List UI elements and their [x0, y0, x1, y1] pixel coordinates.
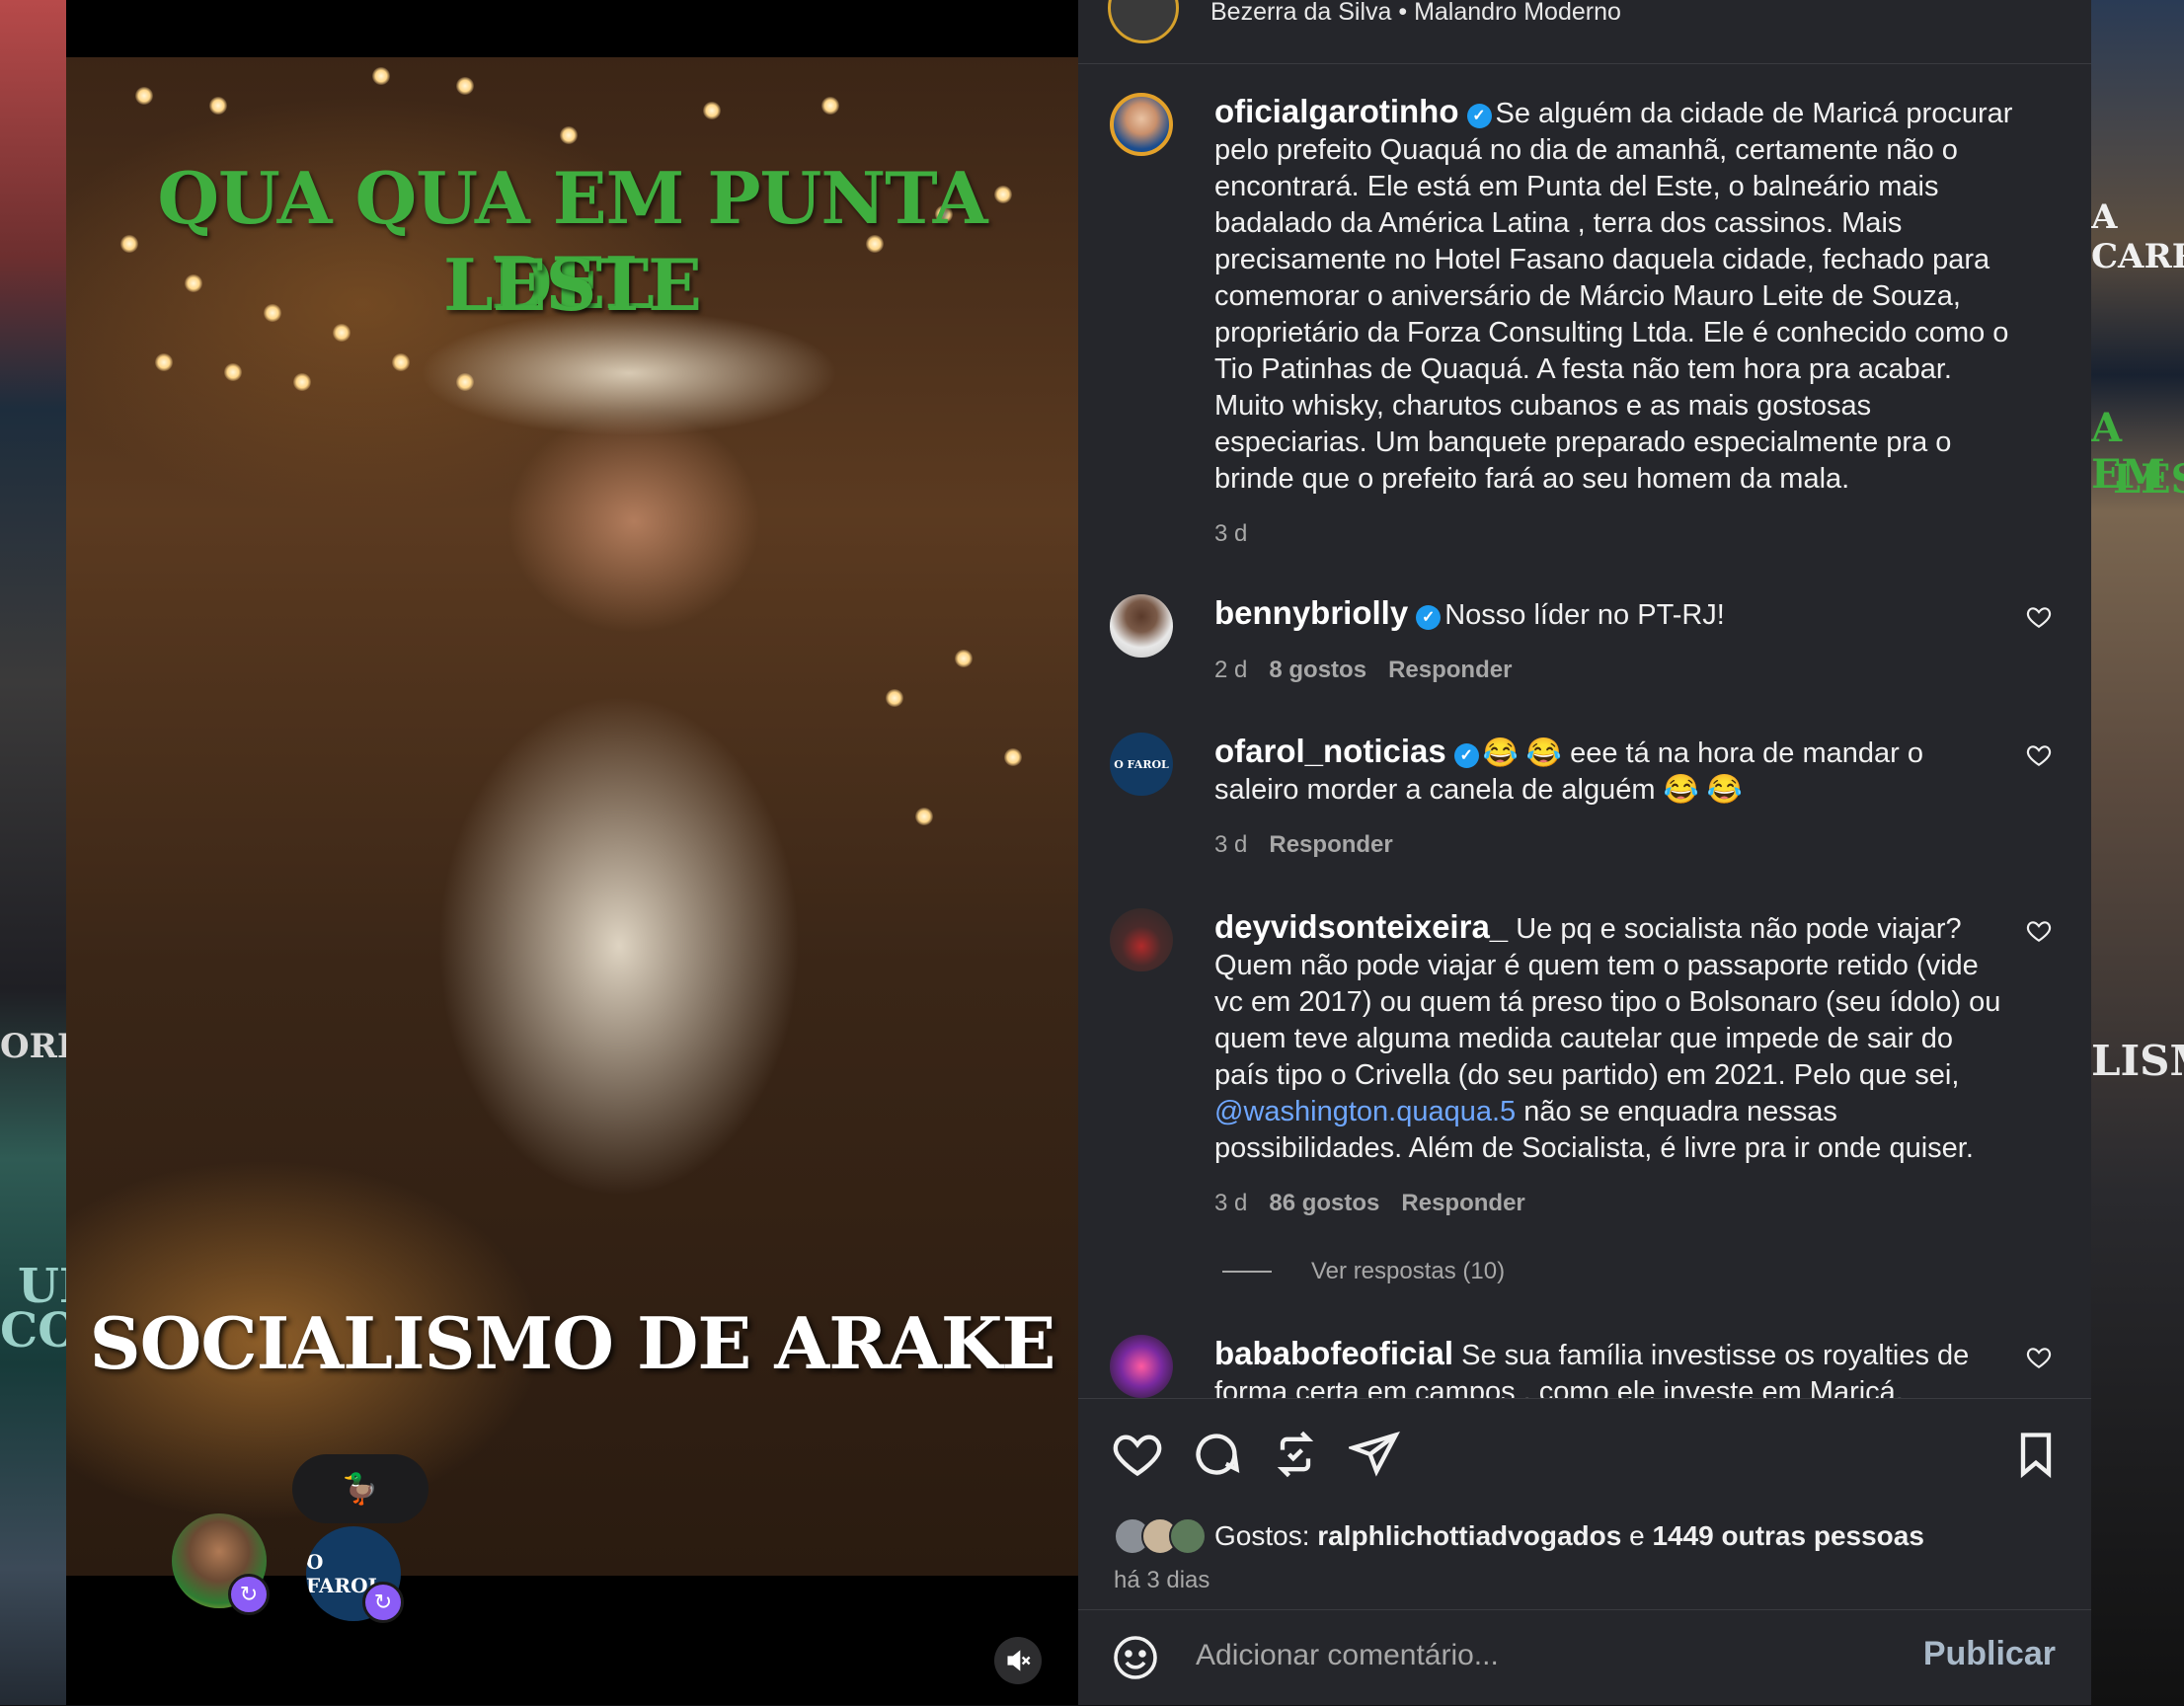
mention-link[interactable]: @washington.quaqua.5: [1214, 1096, 1516, 1127]
like-count[interactable]: 86 gostos: [1269, 1190, 1379, 1216]
username[interactable]: deyvidsonteixeira_: [1214, 908, 1508, 945]
reply-button[interactable]: Responder: [1401, 1190, 1524, 1216]
duck-icon: 🦆: [342, 1471, 379, 1507]
comment-icon[interactable]: [1191, 1429, 1242, 1480]
post-side-panel: Bezerra da Silva • Malandro Moderno ofic…: [1078, 0, 2091, 1705]
likes-prefix: Gostos:: [1214, 1520, 1310, 1551]
divider: [1222, 1271, 1272, 1273]
muted-speaker-icon: [1007, 1650, 1031, 1671]
timestamp: 3 d: [1214, 1190, 1248, 1216]
audio-track-label[interactable]: Bezerra da Silva • Malandro Moderno: [1210, 0, 1621, 27]
avatar: [1169, 1517, 1207, 1555]
emoji-icon[interactable]: [1112, 1634, 1159, 1681]
mute-button[interactable]: [994, 1637, 1042, 1684]
username[interactable]: oficialgarotinho: [1214, 93, 1459, 129]
commenter-avatar[interactable]: [1110, 1335, 1173, 1398]
caption-text: Se alguém da cidade de Maricá procurar p…: [1214, 98, 2013, 495]
background-feed-left: [0, 0, 66, 1705]
like-count[interactable]: 8 gostos: [1269, 657, 1366, 683]
verified-icon: ✓: [1453, 743, 1479, 768]
heart-icon[interactable]: [2026, 742, 2052, 768]
likes-user[interactable]: ralphlichottiadvogados: [1317, 1520, 1621, 1552]
background-text: A CARR: [2091, 197, 2184, 276]
repost-icon[interactable]: [1270, 1429, 1321, 1480]
commenter-avatar[interactable]: [1110, 594, 1173, 658]
author-avatar[interactable]: [1110, 93, 1173, 156]
share-icon[interactable]: [1349, 1429, 1400, 1480]
view-replies-label: Ver respostas (10): [1311, 1258, 1506, 1284]
commenter-avatar[interactable]: O FAROL: [1110, 733, 1173, 796]
ofarol-logo: O FAROL: [1114, 757, 1169, 771]
post-date: há 3 dias: [1114, 1567, 1210, 1593]
comment-input[interactable]: [1194, 1638, 1889, 1673]
bookmark-icon[interactable]: [2010, 1429, 2062, 1480]
heart-icon[interactable]: [2026, 918, 2052, 944]
username[interactable]: bababofeoficial: [1214, 1335, 1453, 1371]
image-headline-top: LESTE: [443, 243, 702, 327]
publish-button[interactable]: Publicar: [1917, 1634, 2062, 1674]
timestamp: 3 d: [1214, 831, 1248, 858]
comment-composer: Publicar: [1078, 1609, 2091, 1706]
commenter-avatar[interactable]: [1110, 908, 1173, 971]
username[interactable]: ofarol_noticias: [1214, 733, 1446, 769]
post-actions: Gostos: ralphlichottiadvogados e 1449 ou…: [1078, 1398, 2091, 1608]
post-header: Bezerra da Silva • Malandro Moderno: [1078, 0, 2091, 64]
heart-icon[interactable]: [2026, 1345, 2052, 1370]
username[interactable]: bennybriolly: [1214, 594, 1408, 631]
image-headline-bottom: SOCIALISMO DE ARAKE: [89, 1301, 1056, 1385]
background-text: LISM: [2091, 1037, 2184, 1085]
likes-summary[interactable]: Gostos: ralphlichottiadvogados e 1449 ou…: [1114, 1517, 1924, 1555]
author-avatar[interactable]: [1108, 0, 1179, 43]
repost-icon: ↻: [362, 1582, 404, 1623]
view-replies-button[interactable]: Ver respostas (10): [1222, 1258, 1505, 1285]
verified-icon: ✓: [1466, 104, 1492, 128]
timestamp: 2 d: [1214, 657, 1248, 683]
background-text: ORI: [0, 1027, 73, 1066]
comment-text: Nosso líder no PT-RJ!: [1444, 599, 1725, 631]
media-viewer[interactable]: QUA QUA EM PUNTA DEL LESTE SOCIALISMO DE…: [66, 0, 1078, 1705]
heart-icon[interactable]: [2026, 604, 2052, 630]
background-text: LES: [2113, 456, 2184, 503]
repost-icon: ↻: [228, 1574, 270, 1615]
verified-icon: ✓: [1416, 605, 1442, 630]
heart-icon[interactable]: [1112, 1429, 1163, 1480]
comments-list[interactable]: oficialgarotinho ✓ Se alguém da cidade de …: [1078, 65, 2091, 1398]
timestamp: 3 d: [1214, 520, 1248, 547]
sticker-reaction[interactable]: 🦆: [292, 1454, 429, 1523]
likes-joiner: e: [1629, 1520, 1645, 1551]
reply-button[interactable]: Responder: [1388, 657, 1512, 683]
reply-button[interactable]: Responder: [1269, 831, 1392, 858]
likes-others[interactable]: 1449 outras pessoas: [1652, 1520, 1924, 1552]
